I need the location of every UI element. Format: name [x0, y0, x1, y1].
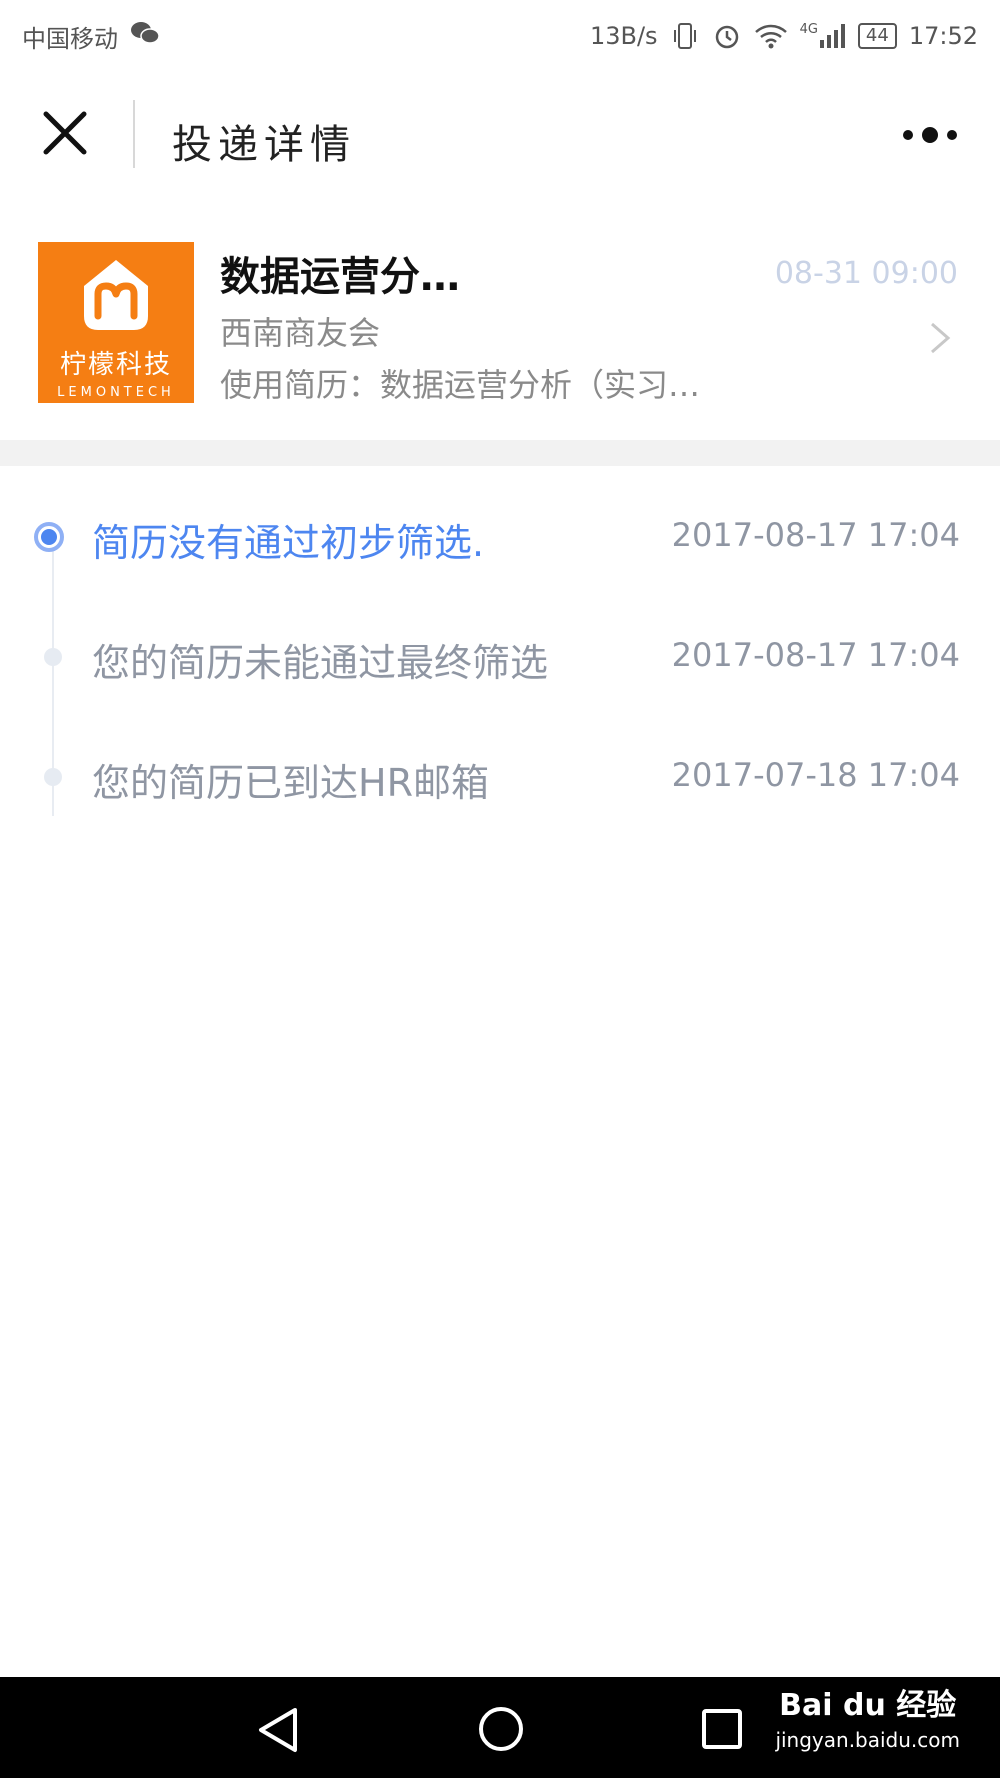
status-bar: 中国移动 13B/s 4G 44 17:52: [0, 0, 1000, 72]
company-name: 西南商友会: [220, 314, 381, 352]
close-button[interactable]: [38, 106, 92, 160]
timeline-time: 2017-08-17 17:04: [671, 636, 960, 674]
watermark-url: jingyan.baidu.com: [775, 1728, 960, 1752]
network-type: 4G: [799, 22, 818, 37]
watermark-brand: Bai du 经验: [779, 1688, 957, 1723]
header-divider: [133, 100, 135, 168]
timeline-dot-icon: [44, 648, 62, 666]
home-button[interactable]: [477, 1705, 525, 1753]
logo-subtext: LEMONTECH: [57, 385, 175, 400]
signal-icon: 4G: [800, 22, 846, 50]
recent-square-icon: [702, 1709, 742, 1749]
baidu-watermark: Bai du 经验 jingyan.baidu.com: [775, 1689, 960, 1757]
lemon-logo-icon: [84, 260, 148, 330]
timeline-active-dot-icon: [34, 522, 64, 552]
alarm-icon: [712, 21, 742, 51]
chevron-right-icon[interactable]: [928, 318, 952, 358]
logo-text: 柠檬科技: [59, 350, 172, 380]
close-icon: [43, 111, 87, 155]
job-title: 数据运营分…: [220, 254, 460, 300]
more-button[interactable]: [900, 120, 960, 150]
job-datetime: 08-31 09:00: [774, 256, 958, 291]
timeline-item: 您的简历未能通过最终筛选 2017-08-17 17:04: [0, 616, 1000, 696]
timeline-item: 您的简历已到达HR邮箱 2017-07-18 17:04: [0, 736, 1000, 816]
page-title: 投递详情: [172, 122, 356, 168]
timeline-item: 简历没有通过初步筛选. 2017-08-17 17:04: [0, 496, 1000, 576]
system-nav-bar: Bai du 经验 jingyan.baidu.com: [0, 1677, 1000, 1778]
wechat-icon: [130, 20, 160, 52]
back-button[interactable]: [255, 1705, 301, 1755]
battery-indicator: 44: [857, 23, 897, 49]
company-logo: 柠檬科技 LEMONTECH: [38, 242, 194, 403]
home-circle-icon: [479, 1707, 523, 1751]
vibrate-icon: [670, 21, 700, 51]
timeline-time: 2017-08-17 17:04: [671, 516, 960, 554]
header-bar: 投递详情: [0, 78, 1000, 188]
timeline-text: 简历没有通过初步筛选.: [92, 521, 485, 565]
timeline-dot-icon: [44, 768, 62, 786]
resume-used: 使用简历：数据运营分析（实习…: [220, 366, 701, 404]
timeline-text: 您的简历未能通过最终筛选: [92, 641, 549, 685]
job-card[interactable]: 柠檬科技 LEMONTECH 数据运营分… 08-31 09:00 西南商友会 …: [0, 230, 1000, 440]
more-dots-icon: [903, 127, 957, 143]
clock: 17:52: [908, 22, 978, 50]
back-triangle-icon: [259, 1708, 297, 1752]
recent-apps-button[interactable]: [700, 1707, 744, 1751]
wifi-icon: [754, 22, 788, 50]
timeline-time: 2017-07-18 17:04: [671, 756, 960, 794]
carrier-label: 中国移动: [22, 24, 118, 53]
timeline-text: 您的简历已到达HR邮箱: [92, 761, 489, 805]
section-separator: [0, 440, 1000, 466]
net-speed: 13B/s: [589, 22, 658, 50]
